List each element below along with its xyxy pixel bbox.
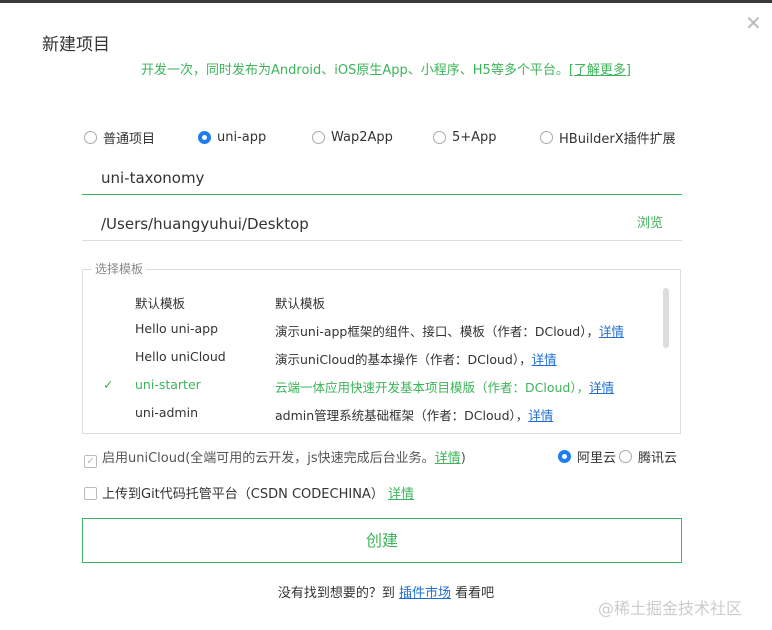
radio-icon	[312, 131, 325, 144]
learn-more-link[interactable]: [了解更多]	[569, 63, 631, 78]
template-desc-text: 演示uni-app框架的组件、接口、模板（作者：DCloud），	[275, 324, 599, 339]
git-checkbox[interactable]	[84, 487, 97, 500]
checkmark-icon: ✓	[103, 377, 114, 392]
radio-hbuilderx-plugin[interactable]: HBuilderX插件扩展	[540, 128, 676, 147]
subtitle: 开发一次，同时发布为Android、iOS原生App、小程序、H5等多个平台。[…	[0, 59, 772, 78]
create-button[interactable]: 创建	[82, 518, 682, 563]
template-desc-text: 演示uniCloud的基本操作（作者：DCloud），	[275, 352, 532, 367]
template-name: Hello uniCloud	[135, 349, 226, 364]
dialog-title: 新建项目	[42, 35, 110, 55]
radio-tencent-cloud[interactable]: 腾讯云	[619, 447, 677, 466]
new-project-dialog: 新建项目 ✕ 开发一次，同时发布为Android、iOS原生App、小程序、H5…	[0, 3, 772, 630]
template-name: uni-starter	[135, 377, 201, 392]
radio-label: HBuilderX插件扩展	[559, 132, 676, 147]
template-row[interactable]: Hello uni-app 演示uni-app框架的组件、接口、模板（作者：DCl…	[83, 321, 680, 343]
git-label: 上传到Git代码托管平台（CSDN CODECHINA）	[102, 487, 384, 502]
radio-label: uni-app	[217, 130, 267, 145]
unicloud-suffix: )	[460, 451, 466, 466]
project-path-value: /Users/huangyuhui/Desktop	[101, 215, 309, 233]
template-detail-link[interactable]: 详情	[528, 408, 553, 423]
template-list: 默认模板 默认模板 Hello uni-app 演示uni-app框架的组件、接口、…	[82, 269, 681, 434]
radio-icon	[433, 131, 446, 144]
template-name: Hello uni-app	[135, 321, 219, 336]
radio-selected-icon	[558, 450, 571, 463]
git-option: 上传到Git代码托管平台（CSDN CODECHINA） 详情	[84, 483, 414, 502]
radio-selected-icon	[198, 131, 211, 144]
radio-label: Wap2App	[331, 130, 393, 145]
template-name: uni-admin	[135, 405, 198, 420]
radio-wap2app[interactable]: Wap2App	[312, 128, 433, 147]
close-icon[interactable]: ✕	[745, 11, 762, 35]
template-desc: 云端一体应用快速开发基本项目模版（作者：DCloud），详情	[275, 377, 614, 396]
project-name-input[interactable]: uni-taxonomy	[82, 163, 682, 195]
template-desc: 演示uni-app框架的组件、接口、模板（作者：DCloud），详情	[275, 321, 624, 340]
template-detail-link[interactable]: 详情	[589, 380, 614, 395]
unicloud-label: 启用uniCloud(全端可用的云开发，js快速完成后台业务。	[102, 451, 435, 466]
project-path-input[interactable]: /Users/huangyuhui/Desktop 浏览	[82, 209, 682, 241]
radio-label: 普通项目	[103, 132, 156, 147]
template-desc-text: admin管理系统基础框架（作者：DCloud），	[275, 408, 529, 423]
template-detail-link[interactable]: 详情	[532, 352, 557, 367]
template-row[interactable]: 默认模板 默认模板	[83, 293, 680, 315]
radio-uni-app[interactable]: uni-app	[198, 128, 312, 147]
footer-suffix: 看看吧	[451, 586, 495, 601]
cloud-provider-group: 阿里云 腾讯云	[558, 447, 677, 466]
unicloud-checkbox[interactable]: ✓	[84, 455, 97, 468]
template-desc-text: 云端一体应用快速开发基本项目模版（作者：DCloud），	[275, 380, 590, 395]
template-desc: admin管理系统基础框架（作者：DCloud），详情	[275, 405, 553, 424]
template-group-label: 选择模板	[92, 260, 147, 277]
plugin-market-link[interactable]: 插件市场	[399, 586, 451, 601]
footer-prefix: 没有找到想要的？到	[277, 586, 399, 601]
scrollbar[interactable]	[663, 288, 669, 348]
radio-icon	[619, 450, 633, 463]
template-name: 默认模板	[135, 296, 186, 311]
radio-normal-project[interactable]: 普通项目	[84, 128, 198, 147]
radio-icon	[540, 131, 553, 144]
unicloud-option: ✓ 启用uniCloud(全端可用的云开发，js快速完成后台业务。详情)	[84, 447, 466, 468]
unicloud-detail-link[interactable]: 详情	[435, 451, 461, 466]
project-type-group: 普通项目 uni-app Wap2App 5+App HBuilderX插件扩展	[84, 128, 676, 147]
git-detail-link[interactable]: 详情	[388, 487, 414, 502]
radio-5plus-app[interactable]: 5+App	[433, 128, 540, 147]
subtitle-text: 开发一次，同时发布为Android、iOS原生App、小程序、H5等多个平台。	[141, 63, 569, 78]
template-desc: 默认模板	[275, 296, 326, 311]
template-row[interactable]: Hello uniCloud 演示uniCloud的基本操作（作者：DCloud）…	[83, 349, 680, 371]
radio-label: 5+App	[452, 130, 497, 145]
radio-label: 腾讯云	[638, 451, 678, 466]
radio-aliyun[interactable]: 阿里云	[558, 447, 616, 466]
radio-icon	[84, 131, 97, 144]
template-row[interactable]: uni-admin admin管理系统基础框架（作者：DCloud），详情	[83, 405, 680, 427]
watermark: @稀土掘金技术社区	[598, 599, 743, 618]
template-detail-link[interactable]: 详情	[599, 324, 624, 339]
template-desc: 演示uniCloud的基本操作（作者：DCloud），详情	[275, 349, 557, 368]
browse-button[interactable]: 浏览	[637, 209, 663, 239]
template-row-selected[interactable]: ✓ uni-starter 云端一体应用快速开发基本项目模版（作者：DCloud），…	[83, 377, 680, 399]
radio-label: 阿里云	[577, 451, 617, 466]
